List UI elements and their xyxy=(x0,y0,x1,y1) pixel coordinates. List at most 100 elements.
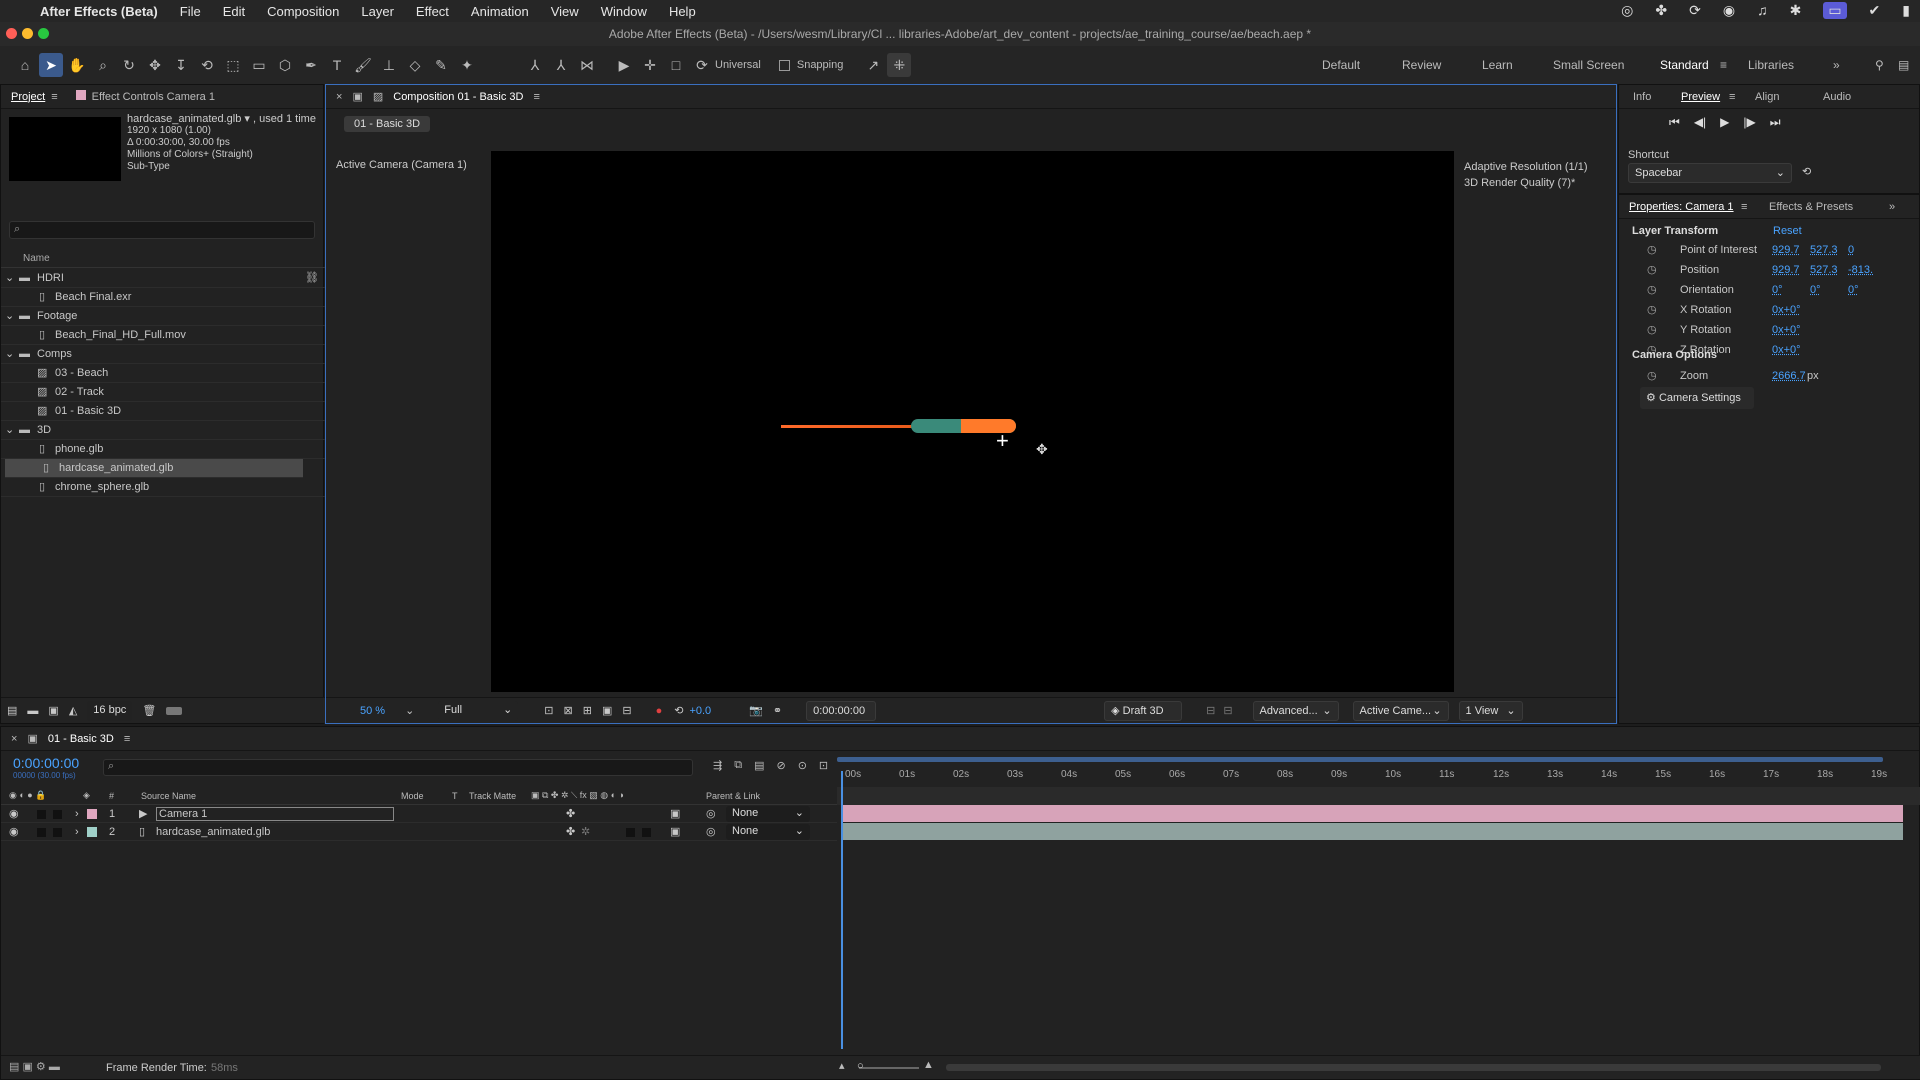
playhead[interactable] xyxy=(841,771,843,1049)
dolly-tool-icon[interactable]: ↧ xyxy=(169,53,193,77)
comp-flow-icon[interactable]: ⇶ xyxy=(713,759,722,772)
zoom-window-icon[interactable] xyxy=(38,28,49,39)
info-name[interactable]: hardcase_animated.glb ▾ , used 1 time xyxy=(127,113,316,125)
workspace-learn[interactable]: Learn xyxy=(1482,58,1513,72)
zoom-value[interactable]: 50 % xyxy=(360,705,385,717)
reset-shortcut-icon[interactable]: ⟲ xyxy=(1802,165,1811,178)
extension-icon[interactable]: ✤ xyxy=(1655,2,1667,19)
col-mode[interactable]: Mode xyxy=(401,791,424,801)
close-timeline-icon[interactable]: × xyxy=(11,733,17,745)
project-item[interactable]: ▨ 03 - Beach xyxy=(1,364,325,383)
menu-animation[interactable]: Animation xyxy=(471,4,529,19)
battery-icon[interactable]: ▮ xyxy=(1902,2,1910,19)
col-name[interactable]: Name xyxy=(23,253,50,264)
universal-icon[interactable]: ⟳ xyxy=(690,53,714,77)
creative-cloud-icon[interactable]: ◎ xyxy=(1621,2,1633,19)
project-search-input[interactable]: ⌕ xyxy=(9,221,315,239)
expand-arrow-icon[interactable]: › xyxy=(75,805,79,823)
chrome-icon[interactable]: ◉ xyxy=(1723,2,1735,19)
camera-layer-bar[interactable] xyxy=(841,805,1903,822)
draft-3d-button[interactable]: ◈ Draft 3D xyxy=(1104,700,1183,721)
tab-audio[interactable]: Audio xyxy=(1823,91,1851,103)
pen-tool-icon[interactable]: ✒ xyxy=(299,53,323,77)
menu-composition[interactable]: Composition xyxy=(267,4,339,19)
properties-menu-icon[interactable]: ≡ xyxy=(1741,201,1769,213)
close-window-icon[interactable] xyxy=(6,28,17,39)
menu-help[interactable]: Help xyxy=(669,4,696,19)
zoom-slider-handle[interactable]: ○ xyxy=(857,1060,864,1072)
chevron-down-icon[interactable]: ⌄ xyxy=(5,269,14,288)
hand-tool-icon[interactable]: ✋ xyxy=(65,53,89,77)
project-item[interactable]: ▯ hardcase_animated.glb xyxy=(5,459,303,478)
property-value[interactable]: 527.3 xyxy=(1810,241,1838,260)
zoom-dropdown-icon[interactable]: ⌄ xyxy=(405,704,414,717)
project-item[interactable]: ▯ Beach Final.exr xyxy=(1,288,325,307)
transparency-icon[interactable]: ⊠ xyxy=(564,704,573,717)
layer-row[interactable]: ◉ › 1 ▶ Camera 1 ✤ ▣ ◎ None ⌄ xyxy=(1,805,837,823)
home-icon[interactable]: ⌂ xyxy=(13,53,37,77)
snapping-checkbox[interactable] xyxy=(778,59,790,71)
zoom-tool-icon[interactable]: ⌕ xyxy=(91,53,115,77)
shy-icon[interactable]: ▤ xyxy=(754,759,764,772)
hardcase-layer-bar[interactable] xyxy=(841,823,1903,840)
property-value[interactable]: 527.3 xyxy=(1810,261,1838,280)
tab-timeline-comp[interactable]: 01 - Basic 3D xyxy=(48,733,114,745)
brush-tool-icon[interactable]: 🖌 xyxy=(351,53,375,77)
lock-toggle[interactable] xyxy=(53,828,62,837)
trash-icon[interactable]: 🗑 xyxy=(142,704,156,717)
tab-properties[interactable]: Properties: Camera 1 xyxy=(1629,201,1741,213)
layer-label-color[interactable] xyxy=(87,827,97,837)
bluetooth-icon[interactable]: ✱ xyxy=(1790,2,1802,19)
eraser-tool-icon[interactable]: ◇ xyxy=(403,53,427,77)
layer-name[interactable]: hardcase_animated.glb xyxy=(156,823,270,841)
col-t[interactable]: T xyxy=(452,791,458,801)
col-track-matte[interactable]: Track Matte xyxy=(469,791,516,801)
pickwhip-icon[interactable]: ◎ xyxy=(706,805,716,823)
project-item[interactable]: ▯ phone.glb xyxy=(1,440,325,459)
stopwatch-icon[interactable]: ◷ xyxy=(1647,281,1657,300)
property-value[interactable]: 0° xyxy=(1772,281,1783,300)
selection-tool-icon[interactable]: ➤ xyxy=(39,53,63,77)
workspace-small-screen[interactable]: Small Screen xyxy=(1553,58,1624,72)
ground-plane-icon[interactable]: ⊟ xyxy=(1206,704,1215,717)
project-item[interactable]: ⌄ ▬ 3D xyxy=(1,421,325,440)
gizmo-select-icon[interactable]: ▶ xyxy=(612,53,636,77)
property-value[interactable]: -813. xyxy=(1848,261,1873,280)
viewport[interactable]: + ✥ xyxy=(491,151,1454,692)
zoom-value-field[interactable]: 2666.7 xyxy=(1772,370,1806,382)
parent-dropdown[interactable]: None ⌄ xyxy=(726,806,810,822)
orbit-tool-icon[interactable]: ↻ xyxy=(117,53,141,77)
col-source-name[interactable]: Source Name xyxy=(141,791,196,801)
axis-local-icon[interactable]: ⅄ xyxy=(523,53,547,77)
camera-settings-button[interactable]: ⚙ Camera Settings xyxy=(1640,387,1754,409)
workspace-menu-icon[interactable]: ≡ xyxy=(1720,58,1727,72)
tab-effect-controls[interactable]: Effect Controls Camera 1 xyxy=(75,90,215,103)
workspace-default[interactable]: Default xyxy=(1322,58,1360,72)
puppet-tool-icon[interactable]: ✦ xyxy=(455,53,479,77)
tab-preview[interactable]: Preview xyxy=(1681,91,1729,103)
snapshot-icon[interactable]: 📷 xyxy=(749,704,763,717)
layer-label-color[interactable] xyxy=(87,809,97,819)
gizmo-scale-icon[interactable]: □ xyxy=(664,53,688,77)
stopwatch-icon[interactable]: ◷ xyxy=(1647,301,1657,320)
project-item[interactable]: ▨ 02 - Track xyxy=(1,383,325,402)
next-frame-icon[interactable]: |▶ xyxy=(1743,115,1755,130)
comp-chip[interactable]: 01 - Basic 3D xyxy=(344,116,431,132)
interpret-footage-icon[interactable]: ▤ xyxy=(7,704,17,717)
menu-effect[interactable]: Effect xyxy=(416,4,449,19)
new-comp-icon[interactable]: ▣ xyxy=(48,704,58,717)
property-value[interactable]: 0 xyxy=(1848,241,1854,260)
property-value[interactable]: 0x+0° xyxy=(1772,301,1801,320)
menu-layer[interactable]: Layer xyxy=(361,4,394,19)
more-workspaces-icon[interactable]: » xyxy=(1833,58,1840,72)
mask-icon[interactable]: ⊞ xyxy=(583,704,592,717)
grid-icon[interactable]: ⊟ xyxy=(622,704,631,717)
solo-toggle[interactable] xyxy=(37,828,46,837)
lock-icon[interactable]: ▣ xyxy=(352,90,362,103)
chevron-down-icon[interactable]: ⌄ xyxy=(5,345,14,364)
time-navigator[interactable] xyxy=(837,787,1920,805)
timeline-menu-icon[interactable]: ≡ xyxy=(124,733,130,745)
search-help-icon[interactable]: ⚲ xyxy=(1875,58,1884,72)
pickwhip-icon[interactable]: ◎ xyxy=(706,823,716,841)
layout-dropdown[interactable]: 1 View ⌄ xyxy=(1458,700,1523,721)
